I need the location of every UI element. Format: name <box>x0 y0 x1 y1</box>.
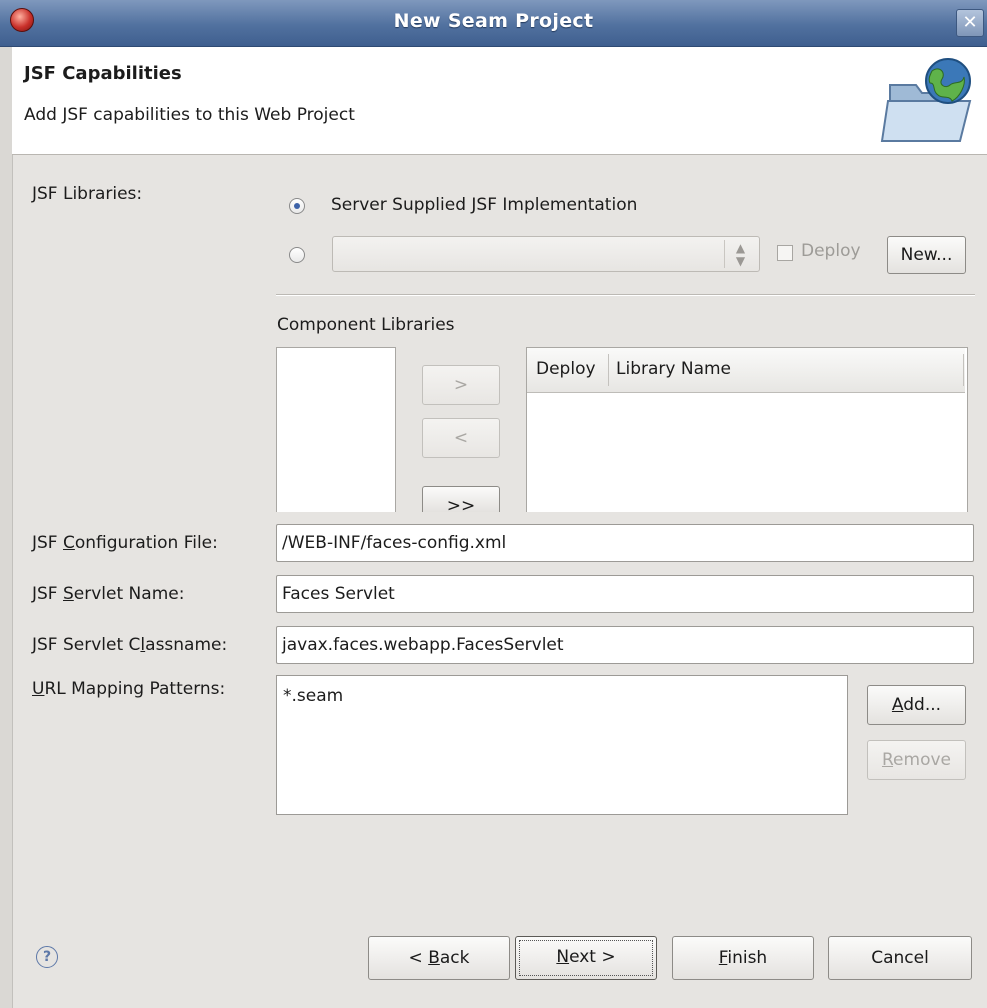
component-libraries-label: Component Libraries <box>277 315 455 335</box>
table-header: Deploy Library Name <box>527 348 965 393</box>
remove-library-button[interactable]: < <box>422 418 500 458</box>
separator <box>276 294 975 295</box>
servlet-classname-input[interactable]: javax.faces.webapp.FacesServlet <box>276 626 974 664</box>
remove-pattern-button[interactable]: Remove <box>867 740 966 780</box>
column-header-deploy[interactable]: Deploy <box>536 359 606 379</box>
list-item[interactable]: *.seam <box>283 686 343 706</box>
server-supplied-label[interactable]: Server Supplied JSF Implementation <box>331 195 637 215</box>
component-libraries-table[interactable]: Deploy Library Name <box>526 347 968 512</box>
help-icon[interactable]: ? <box>36 946 58 968</box>
next-button[interactable]: Next > <box>515 936 657 980</box>
servlet-name-input[interactable]: Faces Servlet <box>276 575 974 613</box>
url-patterns-list[interactable]: *.seam <box>276 675 848 815</box>
finish-button[interactable]: Finish <box>672 936 814 980</box>
deploy-label: Deploy <box>801 241 861 261</box>
back-button[interactable]: < Back <box>368 936 510 980</box>
jsf-library-combo[interactable] <box>332 236 760 272</box>
cancel-button[interactable]: Cancel <box>828 936 972 980</box>
window-left-border <box>0 47 13 1008</box>
close-button[interactable]: ✕ <box>956 9 984 37</box>
available-libraries-list[interactable] <box>276 347 396 512</box>
server-supplied-radio[interactable] <box>289 198 305 214</box>
page-description: Add JSF capabilities to this Web Project <box>24 105 355 125</box>
add-library-button[interactable]: > <box>422 365 500 405</box>
title-bar[interactable]: New Seam Project ✕ <box>0 0 987 47</box>
column-header-library-name[interactable]: Library Name <box>616 359 731 379</box>
window-title: New Seam Project <box>393 10 594 32</box>
add-pattern-button[interactable]: Add... <box>867 685 966 725</box>
custom-library-radio[interactable] <box>289 247 305 263</box>
deploy-checkbox[interactable] <box>777 245 793 261</box>
add-all-libraries-button[interactable]: >> <box>422 486 500 512</box>
wizard-banner: JSF Capabilities Add JSF capabilities to… <box>12 47 987 155</box>
folder-globe-icon <box>880 58 972 142</box>
config-file-input[interactable]: /WEB-INF/faces-config.xml <box>276 524 974 562</box>
new-library-button[interactable]: New... <box>887 236 966 274</box>
config-file-label: JSF Configuration File: <box>32 533 218 553</box>
column-divider[interactable] <box>963 354 964 386</box>
servlet-classname-label: JSF Servlet Classname: <box>32 635 228 655</box>
url-mapping-label: URL Mapping Patterns: <box>32 679 226 699</box>
jsf-libraries-label: JSF Libraries: <box>32 184 143 204</box>
servlet-name-label: JSF Servlet Name: <box>32 584 185 604</box>
column-divider[interactable] <box>608 354 609 386</box>
page-title: JSF Capabilities <box>24 63 182 84</box>
combo-spin-icon[interactable]: ▲ ▼ <box>724 240 756 268</box>
